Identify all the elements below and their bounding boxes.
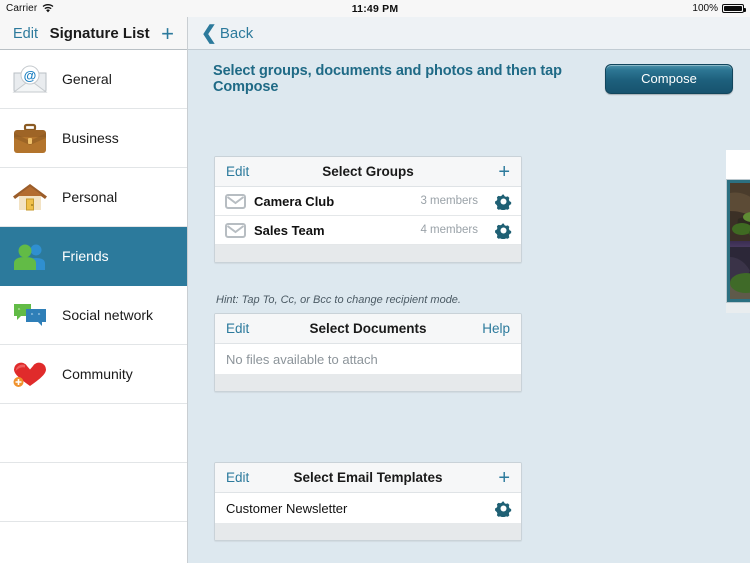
groups-edit-button[interactable]: Edit (226, 164, 249, 179)
envelope-at-icon: @ (10, 59, 50, 99)
sidebar-edit-button[interactable]: Edit (13, 26, 38, 42)
status-bar: Carrier 11:49 PM 100% (0, 0, 750, 17)
sidebar-item-label: Friends (62, 248, 109, 264)
photo-thumbnails (730, 183, 750, 299)
documents-empty-message: No files available to attach (226, 351, 378, 367)
status-bar-right: 100% (692, 0, 746, 17)
documents-edit-button[interactable]: Edit (226, 321, 249, 336)
group-name: Sales Team (254, 222, 325, 238)
sidebar-item-label: Business (62, 130, 119, 146)
select-documents-title: Select Documents (309, 321, 427, 336)
gear-icon[interactable] (495, 222, 512, 239)
photos-card-footer (726, 303, 750, 313)
svg-text:@: @ (24, 68, 37, 83)
sidebar-empty-row (0, 404, 187, 463)
sidebar-item-friends[interactable]: Friends (0, 227, 187, 286)
chevron-left-icon: ❮ (201, 23, 217, 44)
documents-card-footer (215, 374, 521, 391)
navigation-bars: Edit Signature List + ❮ Back (0, 17, 750, 50)
documents-help-button[interactable]: Help (482, 321, 510, 336)
sidebar-navigation-bar: Edit Signature List + (0, 17, 188, 50)
house-icon (10, 177, 50, 217)
hint-block: Hint: Tap To, Cc, or Bcc to change recip… (214, 294, 522, 311)
page-title: Signature List (49, 25, 150, 42)
gear-icon[interactable] (495, 193, 512, 210)
sidebar-item-social-network[interactable]: “ “ “ Social network (0, 286, 187, 345)
battery-percent-label: 100% (692, 3, 718, 14)
back-button-label: Back (219, 25, 254, 42)
instruction-text: Select groups, documents and photos and … (213, 62, 562, 95)
envelope-icon (225, 222, 246, 238)
select-documents-card: Edit Select Documents Help No files avai… (214, 313, 522, 392)
envelope-icon (225, 193, 246, 209)
group-name: Camera Club (254, 193, 335, 209)
photos-body: 81 kB ✓ 60 kB ✓ (726, 179, 750, 303)
plus-icon[interactable]: + (498, 162, 510, 182)
templates-card-footer (215, 523, 521, 540)
photo-thumbnail[interactable] (730, 183, 750, 241)
sidebar-item-label: Community (62, 366, 133, 382)
select-templates-header: Edit Select Email Templates + (215, 463, 521, 493)
plus-icon[interactable]: + (498, 468, 510, 488)
select-email-templates-card: Edit Select Email Templates + Customer N… (214, 462, 522, 541)
sidebar-item-general[interactable]: @ General (0, 50, 187, 109)
sidebar-item-label: Social network (62, 307, 154, 323)
select-groups-card: Edit Select Groups + Camera Club 3 membe… (214, 156, 522, 263)
clock-label: 11:49 PM (351, 2, 399, 15)
select-documents-header: Edit Select Documents Help (215, 314, 521, 344)
sidebar-item-community[interactable]: Community (0, 345, 187, 404)
app-screen: Carrier 11:49 PM 100% Edit Signature Lis… (0, 0, 750, 563)
template-name: Customer Newsletter (226, 500, 348, 516)
group-member-count: 3 members (420, 195, 478, 207)
groups-card-footer (215, 245, 521, 262)
sidebar-item-personal[interactable]: Personal (0, 168, 187, 227)
instruction-row: Select groups, documents and photos and … (188, 50, 750, 107)
group-member-count: 4 members (420, 224, 478, 236)
sidebar: @ General Business Personal Friends “ “ … (0, 50, 188, 563)
photo-thumbnail[interactable] (730, 241, 750, 299)
compose-button[interactable]: Compose (605, 63, 733, 94)
sidebar-empty-row (0, 463, 187, 522)
add-photos-card: Add Photos + (726, 150, 750, 313)
battery-icon (722, 4, 746, 13)
sidebar-empty-row (0, 522, 187, 563)
body-split: @ General Business Personal Friends “ “ … (0, 50, 750, 563)
heart-plus-icon (10, 354, 50, 394)
plus-icon[interactable]: + (161, 22, 174, 45)
table-row[interactable]: Camera Club 3 members (215, 187, 521, 216)
templates-edit-button[interactable]: Edit (226, 470, 249, 485)
main-content: Select groups, documents and photos and … (188, 50, 750, 563)
select-groups-title: Select Groups (322, 164, 414, 179)
people-icon (10, 236, 50, 276)
recipient-mode-hint: Hint: Tap To, Cc, or Bcc to change recip… (216, 294, 461, 306)
chat-bubbles-icon: “ “ “ (10, 295, 50, 335)
table-row[interactable]: Sales Team 4 members (215, 216, 521, 245)
add-photos-title: Add Photos (726, 157, 750, 172)
sidebar-item-business[interactable]: Business (0, 109, 187, 168)
select-groups-header: Edit Select Groups + (215, 157, 521, 187)
gear-icon[interactable] (495, 500, 512, 517)
select-templates-title: Select Email Templates (293, 470, 443, 485)
sidebar-item-label: Personal (62, 189, 118, 205)
add-photos-header: Add Photos + (726, 150, 750, 179)
sidebar-item-label: General (62, 71, 112, 87)
table-row[interactable]: Customer Newsletter (215, 493, 521, 523)
briefcase-icon (10, 118, 50, 158)
back-button[interactable]: ❮ Back (201, 24, 253, 43)
main-navigation-bar: ❮ Back (188, 17, 750, 50)
